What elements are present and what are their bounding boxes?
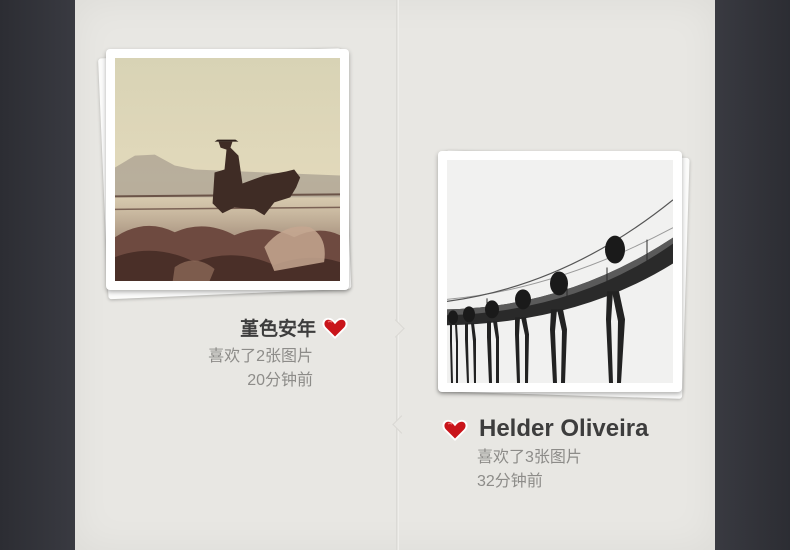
activity-time: 20分钟前 xyxy=(247,372,313,389)
right-backdrop xyxy=(715,0,790,550)
activity-action: 喜欢了2张图片 xyxy=(208,348,313,365)
photo-frame xyxy=(106,49,349,290)
activity-meta: 喜欢了3张图片 32分钟前 xyxy=(477,446,582,494)
activity-action: 喜欢了3张图片 xyxy=(477,449,582,466)
activity-time: 32分钟前 xyxy=(477,473,543,490)
left-backdrop xyxy=(0,0,75,550)
photo-frame xyxy=(438,151,682,392)
activity-meta: 喜欢了2张图片 20分钟前 xyxy=(160,345,313,393)
photo-stack[interactable] xyxy=(98,47,352,300)
photo-stack[interactable] xyxy=(438,150,690,399)
timeline-line xyxy=(396,0,399,550)
user-name[interactable]: 堇色安年 xyxy=(200,314,316,341)
user-name[interactable]: Helder Oliveira xyxy=(479,415,648,443)
heart-icon[interactable] xyxy=(321,315,349,341)
cowboy-photo[interactable] xyxy=(115,58,340,281)
bridge-photo[interactable] xyxy=(447,160,673,383)
heart-icon[interactable] xyxy=(441,417,469,443)
